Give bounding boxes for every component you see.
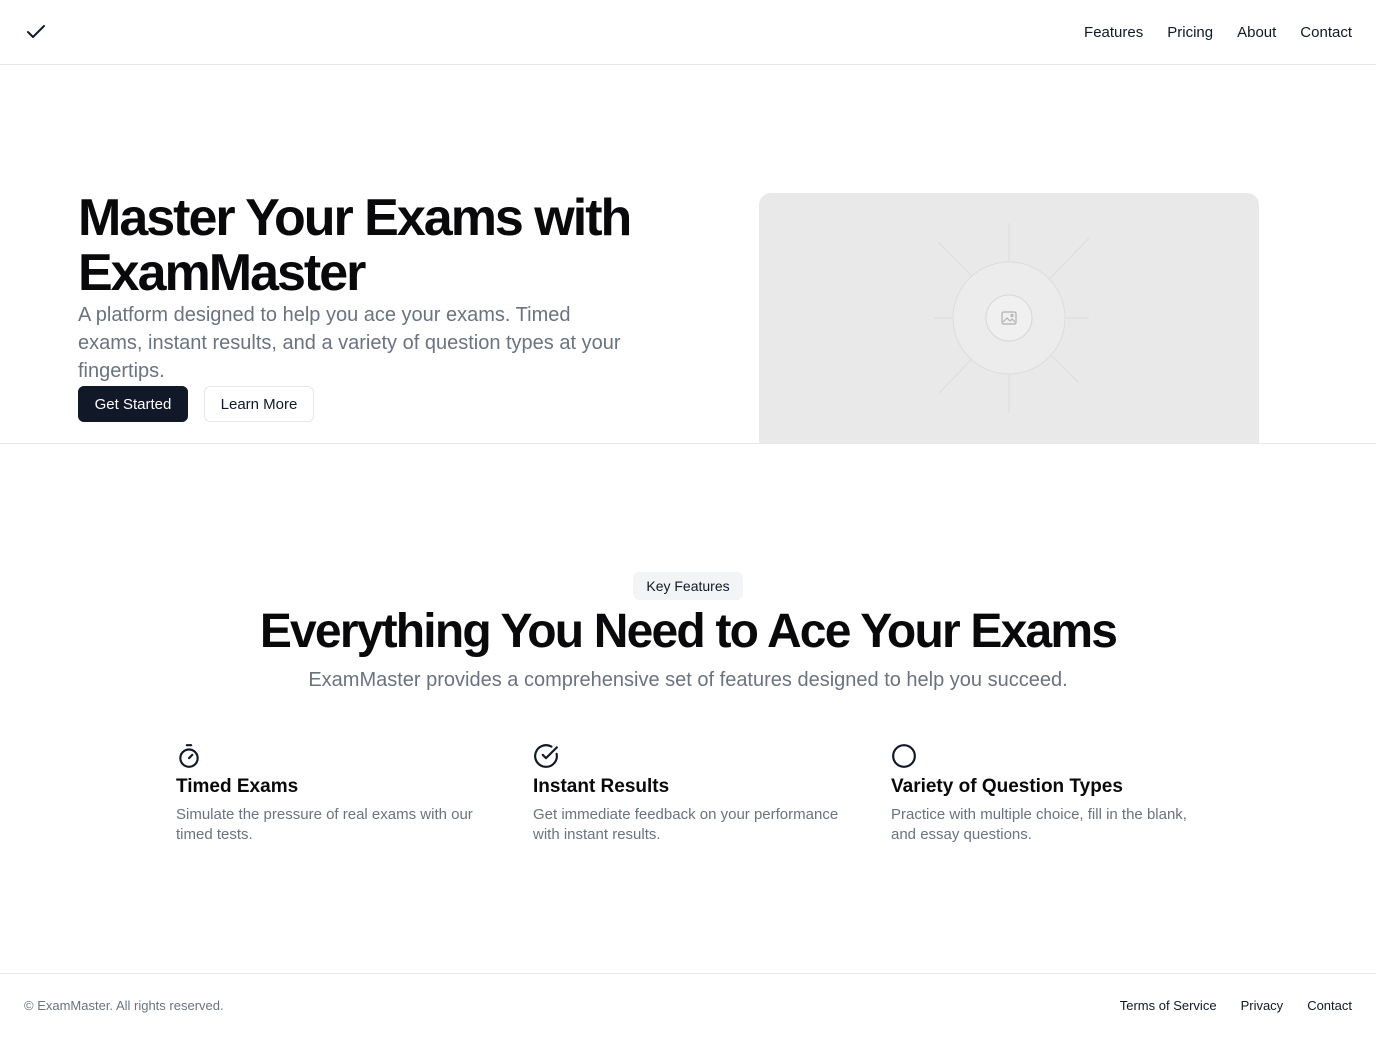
footer-link-contact[interactable]: Contact (1307, 998, 1352, 1013)
footer-nav: Terms of Service Privacy Contact (1120, 998, 1352, 1013)
features-subtitle: ExamMaster provides a comprehensive set … (308, 669, 1068, 691)
features-title: Everything You Need to Ace Your Exams (259, 605, 1118, 658)
nav-link-features[interactable]: Features (1084, 24, 1143, 41)
hero-title: Master Your Exams with ExamMaster (78, 189, 632, 302)
nav-link-pricing[interactable]: Pricing (1167, 24, 1213, 41)
nav-link-contact[interactable]: Contact (1300, 24, 1352, 41)
hero-section: Master Your Exams with ExamMaster A plat… (0, 65, 1376, 444)
learn-more-button[interactable]: Learn More (204, 386, 314, 422)
feature-title: Instant Results (533, 776, 670, 797)
nav-link-about[interactable]: About (1237, 24, 1276, 41)
hero-buttons: Get Started Learn More (78, 386, 314, 422)
features-badge: Key Features (633, 572, 743, 600)
check-circle-icon (534, 744, 558, 768)
hero-subtitle: A platform designed to help you ace your… (78, 304, 621, 382)
feature-instant-results: Instant Results Get immediate feedback o… (533, 743, 853, 845)
feature-description: Practice with multiple choice, fill in t… (891, 806, 1187, 843)
get-started-button[interactable]: Get Started (78, 386, 188, 422)
feature-description: Get immediate feedback on your performan… (533, 806, 839, 843)
site-header: Features Pricing About Contact (0, 0, 1376, 65)
feature-timed-exams: Timed Exams Simulate the pressure of rea… (176, 743, 496, 845)
site-footer: © ExamMaster. All rights reserved. Terms… (0, 973, 1376, 1038)
footer-link-privacy[interactable]: Privacy (1241, 998, 1284, 1013)
main-nav: Features Pricing About Contact (1084, 0, 1352, 64)
feature-title: Variety of Question Types (891, 776, 1123, 797)
feature-description: Simulate the pressure of real exams with… (176, 806, 473, 843)
hero-image-placeholder (759, 193, 1259, 444)
footer-link-terms[interactable]: Terms of Service (1120, 998, 1217, 1013)
copyright-text: © ExamMaster. All rights reserved. (24, 998, 224, 1013)
image-placeholder-icon (934, 223, 1090, 413)
stopwatch-icon (179, 744, 199, 768)
feature-title: Timed Exams (176, 776, 299, 797)
feature-question-types: Variety of Question Types Practice with … (891, 743, 1211, 845)
circle-icon (892, 744, 916, 768)
features-section: Key Features Everything You Need to Ace … (0, 444, 1376, 973)
checkmark-icon[interactable] (24, 20, 48, 44)
